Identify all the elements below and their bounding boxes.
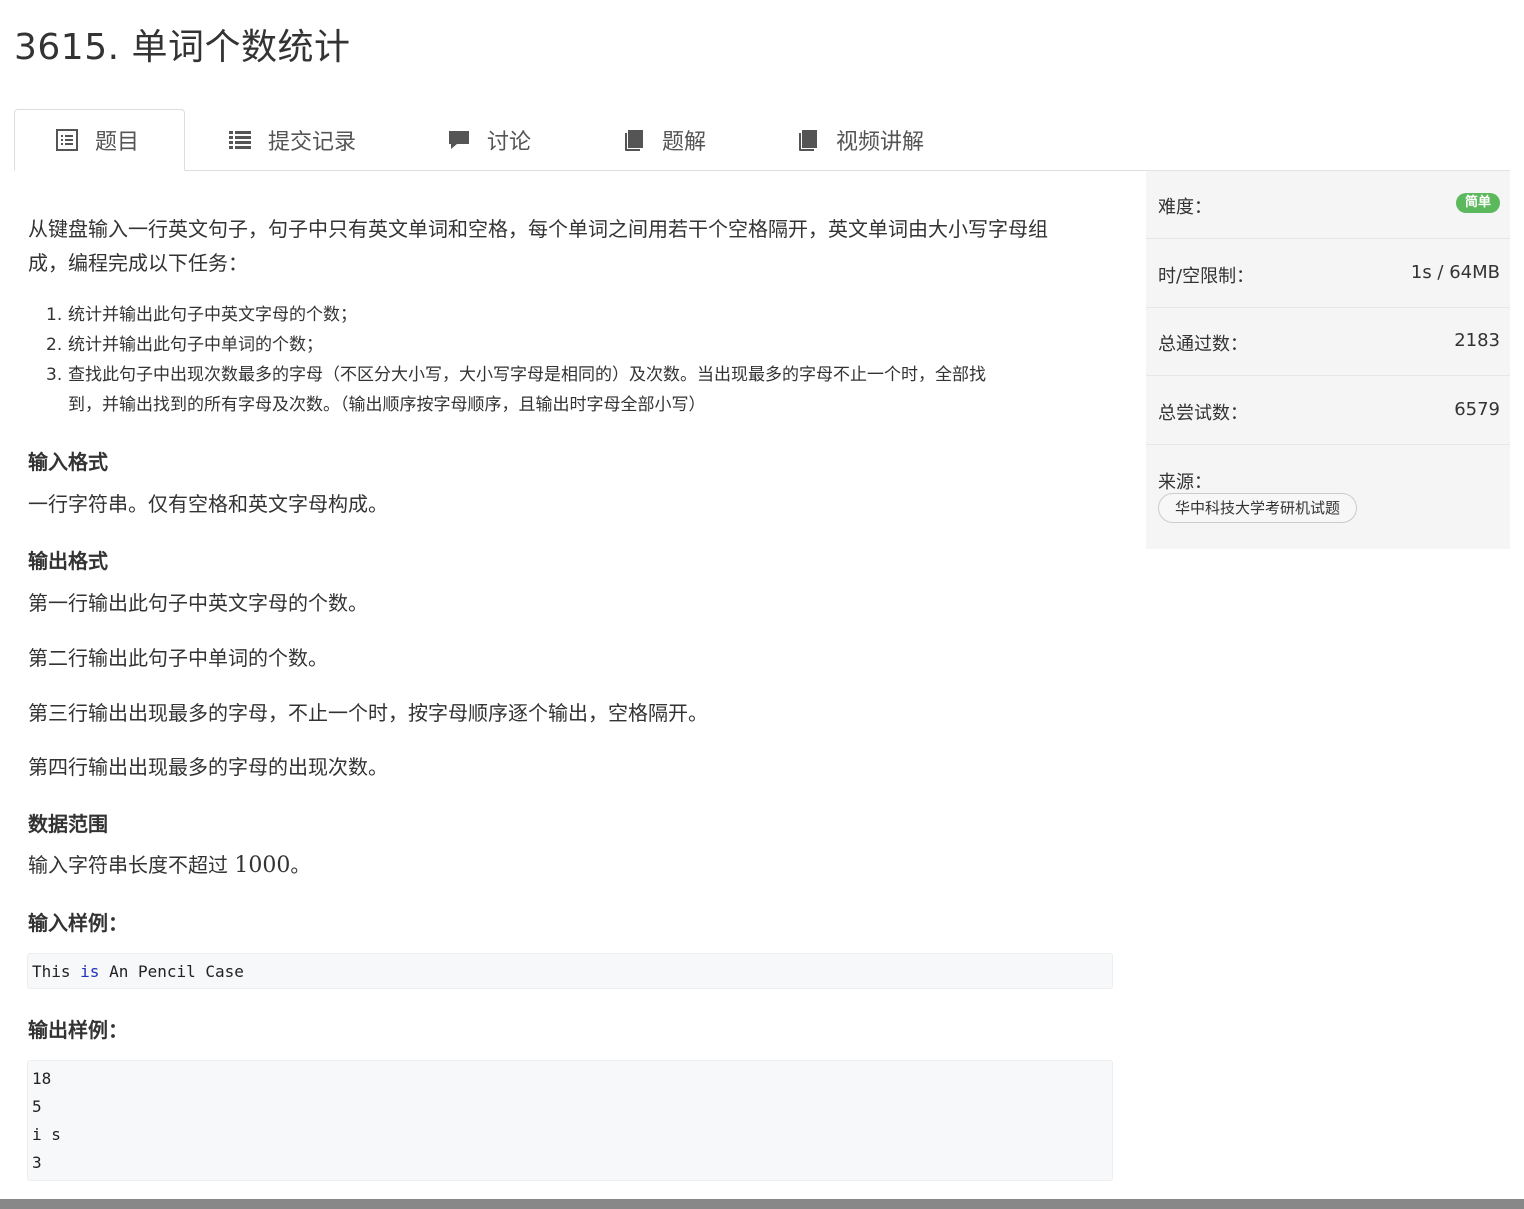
tried-value: 6579 <box>1454 399 1500 420</box>
horizontal-scrollbar[interactable] <box>0 1199 1524 1209</box>
code-line: i s <box>32 1125 61 1144</box>
list-item: 2. 统计并输出此句子中单词的个数； <box>28 330 1114 360</box>
code-line: 5 <box>32 1097 42 1116</box>
difficulty-row: 难度： 简单 <box>1146 171 1510 239</box>
problem-description: 从键盘输入一行英文句子，句子中只有英文单词和空格，每个单词之间用若干个空格隔开，… <box>28 212 1114 280</box>
output-format-line: 第三行输出出现最多的字母，不止一个时，按字母顺序逐个输出，空格隔开。 <box>28 701 708 725</box>
tab-problem[interactable]: 题目 <box>14 109 185 171</box>
comment-icon <box>449 131 469 149</box>
tab-video[interactable]: 视频讲解 <box>796 109 924 171</box>
problem-number: 3615. <box>14 27 120 68</box>
problem-title: 3615. 单词个数统计 <box>14 18 351 70</box>
list-text: 统计并输出此句子中单词的个数； <box>68 335 323 355</box>
task-list: 1. 统计并输出此句子中英文字母的个数； 2. 统计并输出此句子中单词的个数； … <box>28 300 1114 420</box>
problem-info-panel: 难度： 简单 时/空限制： 1s / 64MB 总通过数： 2183 总尝试数：… <box>1146 170 1510 549</box>
list-text: 统计并输出此句子中英文字母的个数； <box>68 305 357 325</box>
passed-row: 总通过数： 2183 <box>1146 308 1510 376</box>
data-range-number: 1000 <box>234 853 291 878</box>
code-line: 3 <box>32 1153 42 1172</box>
data-range-suffix: 。 <box>290 853 311 877</box>
limit-row: 时/空限制： 1s / 64MB <box>1146 240 1510 308</box>
tried-row: 总尝试数： 6579 <box>1146 377 1510 445</box>
tab-solutions-label: 题解 <box>662 130 707 155</box>
sample-output-code[interactable]: 18 5 i s 3 <box>27 1060 1113 1181</box>
list-item: 1. 统计并输出此句子中英文字母的个数； <box>28 300 1114 330</box>
code-text: This <box>32 962 81 981</box>
output-format-line: 第一行输出此句子中英文字母的个数。 <box>28 591 368 615</box>
tab-solutions[interactable]: 题解 <box>622 109 706 171</box>
list-text: 到，并输出找到的所有字母及次数。（输出顺序按字母顺序，且输出时字母全部小写） <box>68 395 706 415</box>
tab-problem-label: 题目 <box>95 130 140 155</box>
data-range-text: 输入字符串长度不超过 1000。 <box>28 849 310 878</box>
tab-discussion-label: 讨论 <box>487 130 532 155</box>
output-format-line: 第四行输出出现最多的字母的出现次数。 <box>28 755 388 779</box>
tab-submissions[interactable]: 提交记录 <box>228 109 356 171</box>
description-line: 从键盘输入一行英文句子，句子中只有英文单词和空格，每个单词之间用若干个空格隔开，… <box>28 217 1048 241</box>
code-text: An Pencil Case <box>99 962 244 981</box>
list-item: 3. 查找此句子中出现次数最多的字母（不区分大小写，大小写字母是相同的）及次数。… <box>28 360 1114 420</box>
output-format-heading: 输出格式 <box>28 549 108 573</box>
code-line: This is An Pencil Case <box>32 958 1108 986</box>
tried-label: 总尝试数： <box>1158 403 1248 424</box>
description-line: 成，编程完成以下任务： <box>28 251 248 275</box>
difficulty-label: 难度： <box>1158 197 1212 218</box>
data-range-heading: 数据范围 <box>28 812 108 836</box>
list-icon <box>229 131 251 149</box>
code-keyword: is <box>80 962 100 981</box>
input-format-heading: 输入格式 <box>28 450 108 474</box>
source-tag[interactable]: 华中科技大学考研机试题 <box>1158 493 1358 523</box>
limit-value: 1s / 64MB <box>1410 262 1500 283</box>
input-format-text: 一行字符串。仅有空格和英文字母构成。 <box>28 492 388 516</box>
list-text: 查找此句子中出现次数最多的字母（不区分大小写，大小写字母是相同的）及次数。当出现… <box>68 365 986 385</box>
source-label: 来源： <box>1158 472 1212 493</box>
list-number: 3. <box>46 365 63 385</box>
list-number: 2. <box>46 335 63 355</box>
tab-video-label: 视频讲解 <box>836 130 925 155</box>
list-number: 1. <box>46 305 63 325</box>
tab-discussion[interactable]: 讨论 <box>447 109 531 171</box>
book-icon <box>799 130 817 151</box>
sample-output-heading: 输出样例： <box>28 1018 128 1042</box>
sample-input-heading: 输入样例： <box>28 911 128 935</box>
difficulty-badge: 简单 <box>1455 193 1500 213</box>
sample-input-code[interactable]: This is An Pencil Case <box>27 953 1113 989</box>
passed-label: 总通过数： <box>1158 334 1248 355</box>
code-line: 18 <box>32 1069 52 1088</box>
output-format-line: 第二行输出此句子中单词的个数。 <box>28 646 328 670</box>
list-alt-icon <box>56 129 78 151</box>
book-icon <box>625 130 643 151</box>
limit-label: 时/空限制： <box>1158 266 1255 287</box>
passed-value: 2183 <box>1454 330 1500 351</box>
problem-name: 单词个数统计 <box>131 27 351 68</box>
data-range-prefix: 输入字符串长度不超过 <box>28 853 235 877</box>
tab-submissions-label: 提交记录 <box>268 130 357 155</box>
problem-tabs: 题目 提交记录 讨论 题解 视频讲解 <box>14 109 1510 171</box>
